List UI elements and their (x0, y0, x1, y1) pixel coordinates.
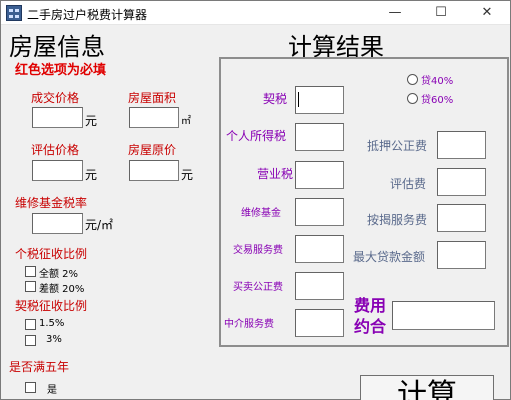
five-years-label: 是否满五年 (9, 360, 70, 374)
orig-price-label: 房屋原价 (128, 143, 177, 157)
mortgage-service-output[interactable] (437, 204, 486, 232)
notary-fee-output[interactable] (295, 272, 344, 300)
loan-40-radio[interactable] (407, 74, 418, 85)
total-fee-label-line2: 约合 (354, 317, 387, 336)
business-tax-output[interactable] (295, 161, 344, 189)
deed-tax-label: 契税 (263, 92, 288, 106)
trade-fee-output[interactable] (295, 235, 344, 263)
agency-fee-output[interactable] (295, 309, 344, 337)
total-fee-output[interactable] (392, 301, 495, 330)
eval-price-label: 评估价格 (31, 143, 80, 157)
tax-full-checkbox[interactable] (25, 266, 36, 277)
eval-fee-label: 评估费 (390, 177, 427, 191)
loan-40-label: 贷40% (421, 76, 454, 87)
required-note: 红色选项为必填 (15, 63, 107, 78)
maint-fund-label: 维修基金 (241, 208, 281, 219)
maint-fund-output[interactable] (295, 198, 344, 226)
maint-rate-label: 维修基金税率 (15, 196, 88, 210)
five-years-yes-label: 是 (47, 385, 57, 396)
income-tax-label: 个人所得税 (226, 129, 287, 143)
eval-price-input[interactable] (32, 160, 83, 181)
tax-full-label: 全额 2% (39, 269, 79, 280)
deal-price-unit: 元 (85, 114, 98, 128)
deed-tax-output[interactable] (295, 86, 344, 114)
income-tax-output[interactable] (295, 123, 344, 151)
house-info-heading: 房屋信息 (9, 33, 105, 61)
notary-fee-label: 买卖公正费 (233, 282, 283, 293)
agency-fee-label: 中介服务费 (224, 319, 274, 330)
area-input[interactable] (129, 107, 179, 128)
app-icon (6, 5, 22, 21)
loan-60-radio[interactable] (407, 93, 418, 104)
deal-price-label: 成交价格 (31, 91, 80, 105)
maximize-button[interactable]: ☐ (418, 1, 464, 25)
area-label: 房屋面积 (128, 91, 177, 105)
five-years-yes-checkbox[interactable] (25, 382, 36, 393)
max-loan-label: 最大贷款金额 (353, 250, 426, 264)
close-button[interactable]: ✕ (464, 1, 510, 25)
tax-diff-checkbox[interactable] (25, 281, 36, 292)
orig-price-unit: 元 (181, 168, 194, 182)
max-loan-output[interactable] (437, 241, 486, 269)
maint-rate-unit: 元/㎡ (85, 218, 114, 232)
calculate-button[interactable]: 计算 (360, 375, 494, 400)
loan-60-label: 贷60% (421, 95, 454, 106)
eval-fee-output[interactable] (437, 168, 486, 196)
deed-3-checkbox[interactable] (25, 335, 36, 346)
maint-rate-input[interactable] (32, 213, 83, 234)
total-fee-label: 费用 约合 (354, 295, 386, 337)
mortgage-notary-output[interactable] (437, 131, 486, 159)
business-tax-label: 营业税 (257, 167, 294, 181)
eval-price-unit: 元 (85, 168, 98, 182)
orig-price-input[interactable] (129, 160, 179, 181)
tax-ratio-label: 个税征收比例 (15, 247, 88, 261)
area-unit: ㎡ (181, 116, 191, 127)
deed-ratio-label: 契税征收比例 (15, 299, 88, 313)
window-title: 二手房过户税费计算器 (27, 8, 148, 22)
trade-fee-label: 交易服务费 (233, 245, 283, 256)
minimize-button[interactable]: — (372, 1, 418, 25)
tax-diff-label: 差额 20% (39, 284, 85, 295)
app-window: 二手房过户税费计算器 — ☐ ✕ 房屋信息 红色选项为必填 成交价格 元 房屋面… (0, 0, 511, 400)
deed-3-label: 3% (46, 334, 62, 345)
deed-15-checkbox[interactable] (25, 319, 36, 330)
result-panel: 契税 个人所得税 营业税 维修基金 交易服务费 买卖公正费 中介服务费 贷40%… (219, 57, 509, 347)
deed-15-label: 1.5% (39, 318, 65, 329)
mortgage-service-label: 按揭服务费 (367, 213, 428, 227)
title-bar: 二手房过户税费计算器 — ☐ ✕ (1, 1, 510, 25)
total-fee-label-line1: 费用 (354, 296, 387, 315)
deal-price-input[interactable] (32, 107, 83, 128)
mortgage-notary-label: 抵押公正费 (367, 139, 428, 153)
